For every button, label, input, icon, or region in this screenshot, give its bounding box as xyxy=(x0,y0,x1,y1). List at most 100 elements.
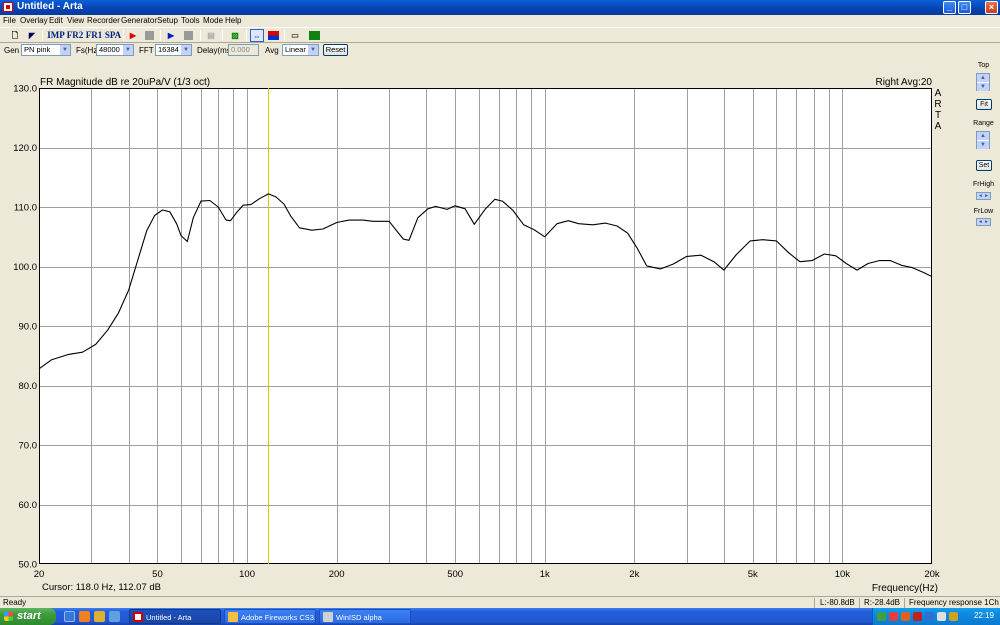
range-spinner[interactable]: ▲ ▼ xyxy=(976,131,990,149)
x-tick-label: 50 xyxy=(152,569,163,580)
y-tick-label: 80.0 xyxy=(19,381,38,392)
averaging-select[interactable]: Linear ▼ xyxy=(282,44,319,56)
arta-app-icon xyxy=(3,2,13,12)
status-text: Ready xyxy=(3,598,27,607)
menu-tools[interactable]: Tools xyxy=(181,16,200,25)
minimize-button[interactable]: _ xyxy=(943,1,956,14)
antivirus-icon[interactable] xyxy=(913,612,922,621)
plot-svg[interactable]: 130.0120.0110.0100.090.080.070.060.050.0… xyxy=(0,58,967,596)
menu-overlay[interactable]: Overlay xyxy=(20,16,48,25)
menu-bar: File Overlay Edit View Recorder Generato… xyxy=(0,15,1000,27)
ie-icon[interactable] xyxy=(109,611,120,622)
chevron-down-icon: ▼ xyxy=(181,45,191,55)
arta-icon xyxy=(133,612,143,622)
left-level: L:-80.8dB xyxy=(820,598,855,607)
x-tick-label: 100 xyxy=(239,569,255,580)
mode-status: Frequency response 1Ch xyxy=(909,598,999,607)
fr2-button[interactable]: FR2 xyxy=(65,29,85,42)
firefox-icon[interactable] xyxy=(79,611,90,622)
open-icon[interactable]: ◤ xyxy=(25,29,39,42)
spectrum-icon[interactable] xyxy=(307,29,321,42)
chart-title: FR Magnitude dB re 20uPa/V (1/3 oct) xyxy=(40,77,210,88)
menu-generator[interactable]: Generator xyxy=(121,16,157,25)
imp-button[interactable]: IMP xyxy=(46,29,66,42)
set-button[interactable]: Set xyxy=(976,160,992,171)
frequency-response-plot[interactable]: 130.0 120.0 110.0 100.0 90.0 80.0 70.0 60.0 50.0… xyxy=(0,58,967,596)
clock: 22:19 xyxy=(973,611,994,620)
spa-button[interactable]: SPA xyxy=(103,29,123,42)
delay-input[interactable]: 0.000 xyxy=(228,44,259,56)
messenger-icon[interactable] xyxy=(949,612,958,621)
fireworks-icon xyxy=(228,612,238,622)
chevron-down-icon: ▼ xyxy=(60,45,70,55)
arta-watermark-letter: R xyxy=(934,99,941,110)
fit-button[interactable]: Fit xyxy=(976,99,992,110)
update-icon[interactable] xyxy=(901,612,910,621)
task-arta[interactable]: Untitled - Arta xyxy=(129,609,221,624)
y-tick-label: 100.0 xyxy=(13,262,37,273)
generator-play-icon[interactable]: ▶ xyxy=(164,29,178,42)
channel-icon[interactable] xyxy=(266,29,280,42)
x-axis-label: Frequency(Hz) xyxy=(872,583,938,594)
chevron-down-icon: ▼ xyxy=(977,83,989,91)
scope-icon[interactable]: ⇔ xyxy=(250,29,264,42)
desktop-icon[interactable] xyxy=(64,611,75,622)
menu-view[interactable]: View xyxy=(67,16,84,25)
new-file-icon[interactable]: 🗋 xyxy=(8,29,22,42)
arta-watermark-letter: T xyxy=(935,110,941,121)
system-tray: 22:19 xyxy=(872,608,1000,625)
toolbar: 🗋 ◤ IMP FR2 FR1 SPA ▶ ▶ ▤ ▨ ⇔ ▭ xyxy=(0,27,1000,43)
fft-label: FFT xyxy=(139,46,154,55)
arta-watermark-letter: A xyxy=(935,121,942,132)
cursor-readout: Cursor: 118.0 Hz, 112.07 dB xyxy=(42,582,161,593)
network-icon[interactable] xyxy=(877,612,886,621)
frlow-label: FrLow xyxy=(973,208,994,215)
status-bar: Ready L:-80.8dB R:-28.4dB Frequency resp… xyxy=(0,596,1000,608)
menu-setup[interactable]: Setup xyxy=(157,16,178,25)
title-bar: Untitled - Arta _ □ × xyxy=(0,0,1000,15)
fft-size-select[interactable]: 16384 ▼ xyxy=(155,44,192,56)
record-play-icon[interactable]: ▶ xyxy=(126,29,140,42)
channel-info: Right Avg:20 xyxy=(875,77,932,88)
chevron-up-icon: ▲ xyxy=(977,74,989,82)
right-level: R:-28.4dB xyxy=(864,598,901,607)
explorer-icon[interactable] xyxy=(94,611,105,622)
bluetooth-icon[interactable] xyxy=(925,612,934,621)
task-fireworks[interactable]: Adobe Fireworks CS3... xyxy=(224,609,316,624)
security-icon[interactable] xyxy=(889,612,898,621)
close-button[interactable]: × xyxy=(985,1,998,14)
x-tick-label: 20 xyxy=(34,569,45,580)
generator-stop-icon[interactable] xyxy=(181,29,195,42)
frlow-spinner[interactable]: ◄ ► xyxy=(976,218,991,226)
task-winisd[interactable]: WinISD alpha xyxy=(319,609,411,624)
y-tick-label: 70.0 xyxy=(19,441,38,452)
avg-label: Avg xyxy=(265,46,279,55)
start-button[interactable]: start xyxy=(0,608,56,625)
gen-label: Gen xyxy=(4,46,20,55)
menu-edit[interactable]: Edit xyxy=(49,16,63,25)
calibrate-icon[interactable]: ▤ xyxy=(204,29,218,42)
frhigh-spinner[interactable]: ◄ ► xyxy=(976,192,991,200)
y-tick-label: 60.0 xyxy=(19,500,38,511)
chevron-down-icon: ▼ xyxy=(977,141,989,149)
stop-icon[interactable] xyxy=(142,29,156,42)
generator-select[interactable]: PN pink ▼ xyxy=(21,44,71,56)
reset-button[interactable]: Reset xyxy=(323,44,348,56)
waveform-icon[interactable]: ▭ xyxy=(288,29,302,42)
maximize-button[interactable]: □ xyxy=(958,1,971,14)
taskbar: start Untitled - Arta Adobe Fireworks CS… xyxy=(0,608,1000,625)
top-spinner[interactable]: ▲ ▼ xyxy=(976,73,990,91)
sample-rate-select[interactable]: 48000 ▼ xyxy=(96,44,134,56)
menu-help[interactable]: Help xyxy=(225,16,241,25)
menu-mode[interactable]: Mode xyxy=(203,16,223,25)
arta-watermark-letter: A xyxy=(935,88,942,99)
pattern-icon[interactable]: ▨ xyxy=(228,29,242,42)
x-tick-label: 200 xyxy=(329,569,345,580)
fr1-button[interactable]: FR1 xyxy=(84,29,104,42)
y-tick-label: 130.0 xyxy=(13,84,37,95)
volume-icon[interactable] xyxy=(937,612,946,621)
menu-recorder[interactable]: Recorder xyxy=(87,16,120,25)
chevron-up-icon: ▲ xyxy=(977,132,989,140)
menu-file[interactable]: File xyxy=(3,16,16,25)
chevron-down-icon: ▼ xyxy=(308,45,318,55)
